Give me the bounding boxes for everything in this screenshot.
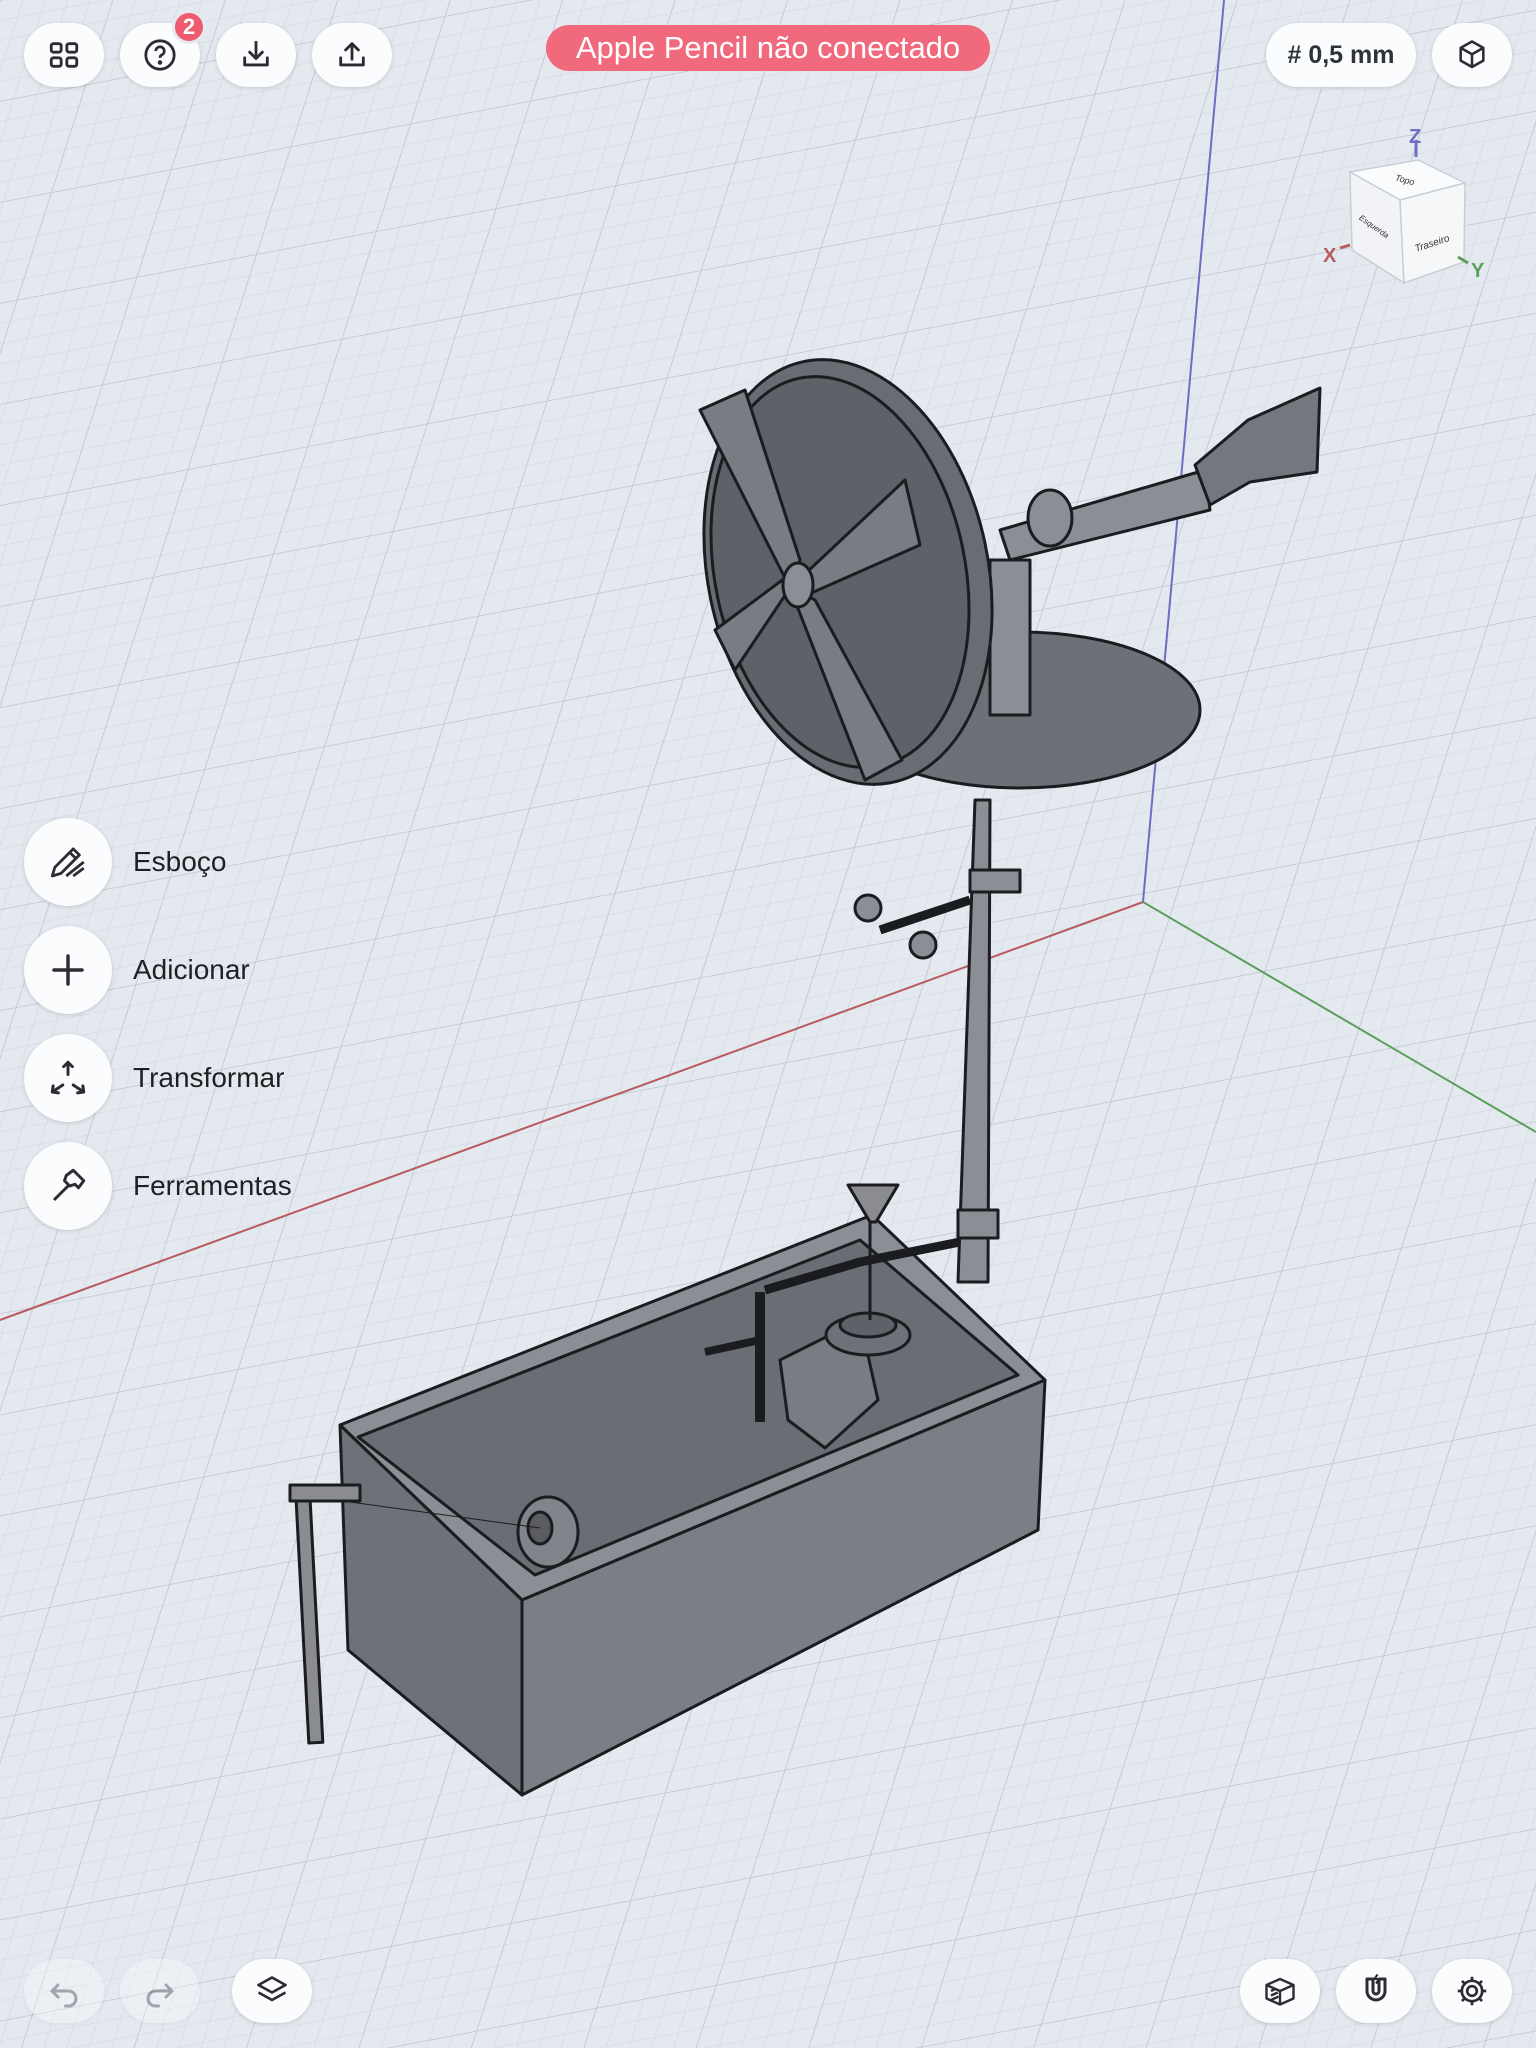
gear-icon [1457, 1976, 1487, 2006]
hammer-icon [52, 1168, 86, 1202]
section-view-icon [1265, 1977, 1295, 2006]
section-view-button[interactable] [1240, 1959, 1320, 2023]
export-button[interactable] [312, 23, 392, 87]
cube-view-icon [1459, 40, 1485, 69]
redo-button[interactable] [120, 1959, 200, 2023]
import-button[interactable] [216, 23, 296, 87]
plus-icon [52, 954, 84, 986]
ground-grid [0, 0, 1536, 2048]
tool-esboco-label: Esboço [133, 846, 227, 877]
layers-button[interactable] [232, 1959, 312, 2023]
tool-transformar[interactable]: Transformar [24, 1034, 284, 1122]
undo-icon [50, 1983, 78, 2008]
tool-transformar-label: Transformar [133, 1062, 285, 1093]
pencil-sketch-icon [50, 847, 85, 878]
grid-size-button[interactable]: # 0,5 mm [1266, 23, 1416, 87]
tool-transformar-button[interactable] [24, 1034, 112, 1122]
apple-pencil-status[interactable]: Apple Pencil não conectado [546, 25, 990, 71]
tool-adicionar-button[interactable] [24, 926, 112, 1014]
upload-tray-icon [339, 42, 365, 67]
tool-esboco[interactable]: Esboço [24, 818, 226, 906]
undo-button[interactable] [24, 1959, 104, 2023]
transform-arrows-icon [50, 1060, 86, 1095]
redo-icon [146, 1983, 174, 2008]
3d-viewport[interactable]: Topo Esquerda Traseiro Z X Y [0, 0, 1536, 2048]
grid-gallery-icon [49, 42, 79, 68]
question-icon [144, 39, 176, 71]
tool-ferramentas-label: Ferramentas [133, 1170, 292, 1201]
gallery-button[interactable] [24, 23, 104, 87]
view-cube-z-label: Z [1409, 126, 1421, 148]
download-tray-icon [243, 40, 269, 67]
tool-adicionar-label: Adicionar [133, 954, 250, 985]
settings-button[interactable] [1432, 1959, 1512, 2023]
tool-ferramentas[interactable]: Ferramentas [24, 1142, 292, 1230]
view-mode-button[interactable] [1432, 23, 1512, 87]
view-cube-y-label: Y [1471, 260, 1485, 282]
help-notification-badge: 2 [172, 10, 206, 44]
tool-adicionar[interactable]: Adicionar [24, 926, 250, 1014]
tool-ferramentas-button[interactable] [24, 1142, 112, 1230]
layers-icon [257, 1976, 287, 2002]
view-cube-x-label: X [1323, 245, 1337, 267]
magnet-snap-icon [1365, 1973, 1387, 2002]
tool-esboco-button[interactable] [24, 818, 112, 906]
snap-button[interactable] [1336, 1959, 1416, 2023]
